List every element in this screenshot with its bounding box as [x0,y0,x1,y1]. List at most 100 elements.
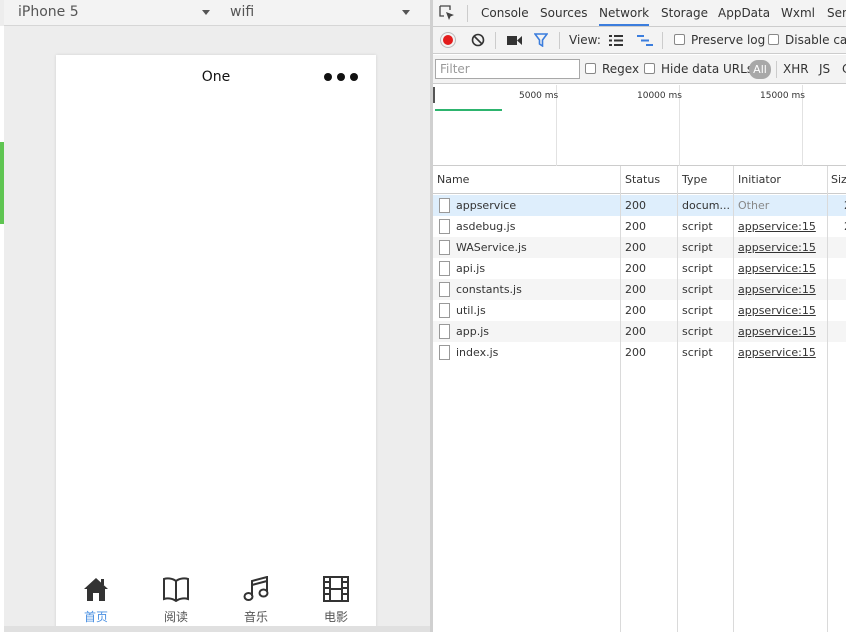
tab-sources[interactable]: Sources [540,0,587,26]
large-rows-icon[interactable] [609,35,623,46]
preserve-log-label: Preserve log [691,33,766,47]
column-divider [677,166,678,632]
devtools-panel: Console Sources Network Storage AppData … [433,0,846,632]
file-icon [439,282,450,297]
tab-movie-label: 电影 [323,610,348,624]
filter-css-button[interactable]: C [842,55,846,84]
hide-data-urls-checkbox[interactable]: Hide data URLs [644,55,753,84]
checkbox-icon [768,34,779,45]
request-name: appservice [456,199,517,212]
request-type: script [682,346,713,359]
network-overview[interactable]: 5000 ms 10000 ms 15000 ms [433,85,846,166]
tab-read[interactable]: 阅读 [136,575,216,632]
toolbar-divider [467,5,468,22]
table-row[interactable]: util.js 200 script appservice:15 [433,300,846,321]
timeline-label: 5000 ms [519,91,559,101]
column-divider [620,166,621,632]
filter-input[interactable] [435,59,580,79]
checkbox-icon [585,63,596,74]
request-name: util.js [456,304,486,317]
tab-network[interactable]: Network [599,0,650,26]
table-header: Name Status Type Initiator Siz [433,166,846,194]
request-initiator[interactable]: appservice:15 [738,279,824,300]
column-type[interactable]: Type [682,166,707,194]
request-status: 200 [625,346,646,359]
request-initiator[interactable]: appservice:15 [738,342,824,363]
simulator-edge [0,26,4,632]
device-select[interactable]: iPhone 5 [18,0,210,26]
request-initiator[interactable]: appservice:15 [738,300,824,321]
inspect-element-icon[interactable] [439,5,455,21]
request-initiator[interactable]: appservice:15 [738,237,824,258]
simulator-panel: iPhone 5 wifi One 首页 阅读 音乐 电影 [0,0,430,632]
preserve-log-checkbox[interactable]: Preserve log [674,27,765,54]
tab-appdata[interactable]: AppData [718,0,770,26]
video-camera-icon[interactable] [507,35,522,46]
request-status: 200 [625,304,646,317]
tab-storage[interactable]: Storage [661,0,708,26]
toolbar-divider [662,32,663,49]
tab-sensor[interactable]: Sen [827,0,846,26]
column-initiator[interactable]: Initiator [738,166,781,194]
disable-cache-checkbox[interactable]: Disable cac [768,27,846,54]
home-icon [84,578,108,601]
network-select[interactable]: wifi [230,0,416,26]
simulator-scrollbar[interactable] [4,626,430,632]
request-type: script [682,304,713,317]
table-row[interactable]: app.js 200 script appservice:15 [433,321,846,342]
waterfall-icon[interactable] [637,35,653,46]
request-type: script [682,283,713,296]
filter-bar: Regex Hide data URLs All XHR JS C [433,55,846,84]
request-type: docum... [682,199,730,212]
tab-home[interactable]: 首页 [56,575,136,632]
file-icon [439,198,450,213]
request-status: 200 [625,325,646,338]
request-initiator[interactable]: appservice:15 [738,258,824,279]
table-row[interactable]: api.js 200 script appservice:15 [433,258,846,279]
request-status: 200 [625,199,646,212]
record-button[interactable] [441,33,455,47]
file-icon [439,324,450,339]
table-row[interactable]: asdebug.js200scriptappservice:152 [433,216,846,237]
table-row[interactable]: constants.js 200 script appservice:15 [433,279,846,300]
regex-checkbox[interactable]: Regex [585,55,639,84]
more-dot-icon [350,73,358,81]
filter-all-button[interactable]: All [749,60,771,79]
network-select-value: wifi [230,4,255,20]
filter-js-button[interactable]: JS [819,55,830,84]
request-status: 200 [625,241,646,254]
file-icon [439,219,450,234]
file-icon [439,303,450,318]
tab-movie[interactable]: 电影 [296,575,376,632]
file-icon [439,345,450,360]
column-size[interactable]: Siz [831,166,846,194]
film-icon [323,576,349,602]
column-status[interactable]: Status [625,166,660,194]
request-name: constants.js [456,283,522,296]
request-type: script [682,241,713,254]
request-initiator[interactable]: appservice:15 [738,216,824,237]
book-icon [163,577,189,602]
regex-label: Regex [602,62,640,76]
column-name[interactable]: Name [437,166,469,194]
toolbar-divider [776,61,777,78]
request-initiator[interactable]: appservice:15 [738,321,824,342]
tab-wxml[interactable]: Wxml [781,0,815,26]
tab-music-label: 音乐 [243,610,268,624]
more-menu-button[interactable] [324,72,358,82]
timeline-label: 10000 ms [637,91,682,101]
checkbox-icon [674,34,685,45]
timeline-start-marker [433,87,435,103]
filter-xhr-button[interactable]: XHR [783,55,809,84]
devtools-tabbar: Console Sources Network Storage AppData … [433,0,846,27]
table-row[interactable]: index.js 200 script appservice:15 [433,342,846,363]
tab-music[interactable]: 音乐 [216,575,296,632]
more-dot-icon [324,73,332,81]
filter-icon[interactable] [534,33,548,47]
request-status: 200 [625,220,646,233]
table-row[interactable]: appservice200docum...Other2 [433,195,846,216]
phone-screen: One 首页 阅读 音乐 电影 [56,55,376,632]
clear-icon[interactable] [471,33,485,47]
table-row[interactable]: WAService.js 200 script appservice:15 [433,237,846,258]
tab-console[interactable]: Console [481,0,529,26]
